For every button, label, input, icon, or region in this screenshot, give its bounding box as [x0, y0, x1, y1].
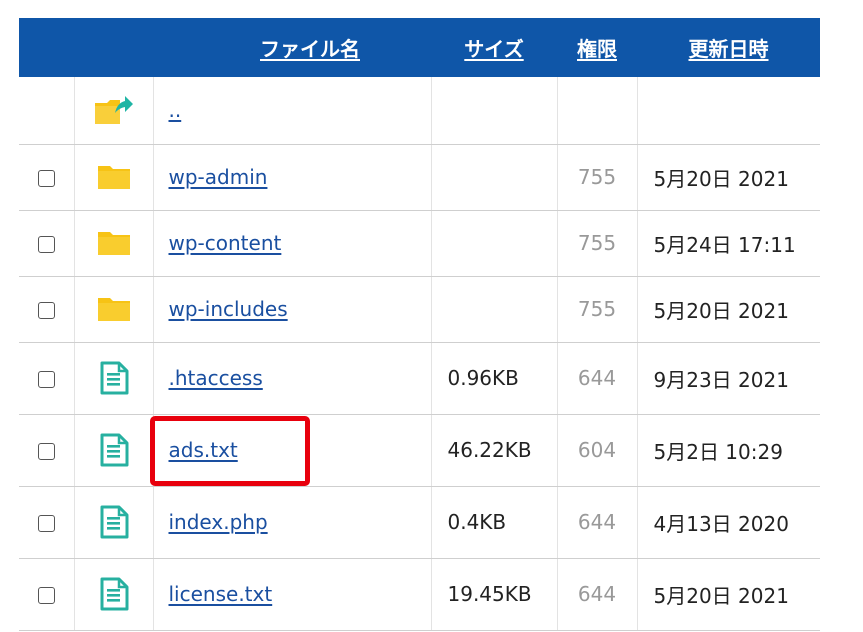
file-size: 46.22KB — [431, 414, 558, 487]
file-manager: ファイル名 サイズ 権限 更新日時 .. wp-admin 755 5月20日 … — [19, 18, 820, 631]
document-icon[interactable] — [75, 577, 153, 611]
table-row: ads.txt 46.22KB 604 5月2日 10:29 — [19, 414, 820, 487]
file-modified-date: 5月20日 2021 — [637, 276, 820, 343]
table-header: ファイル名 サイズ 権限 更新日時 — [19, 18, 820, 77]
sort-by-permission-link[interactable]: 権限 — [557, 18, 637, 77]
folder-icon[interactable] — [75, 162, 153, 192]
file-name-link[interactable]: .htaccess — [169, 366, 263, 390]
row-icon-cell — [74, 558, 154, 631]
file-permission[interactable]: 755 — [557, 276, 638, 343]
row-check-cell — [19, 144, 75, 211]
file-name-link[interactable]: wp-includes — [169, 297, 288, 321]
document-icon[interactable] — [75, 361, 153, 395]
file-permission[interactable]: 604 — [557, 414, 638, 487]
table-row: wp-includes 755 5月20日 2021 — [19, 276, 820, 343]
row-icon-cell — [74, 276, 154, 343]
table-row: .htaccess 0.96KB 644 9月23日 2021 — [19, 342, 820, 415]
file-table: ファイル名 サイズ 権限 更新日時 .. wp-admin 755 5月20日 … — [19, 18, 820, 631]
row-perm-cell — [557, 77, 638, 145]
row-name-cell: index.php — [153, 486, 432, 559]
table-row: index.php 0.4KB 644 4月13日 2020 — [19, 486, 820, 559]
file-size — [431, 210, 558, 277]
file-permission[interactable]: 644 — [557, 342, 638, 415]
parent-directory-row: .. — [19, 77, 820, 145]
folder-icon[interactable] — [75, 228, 153, 258]
file-modified-date: 5月24日 17:11 — [637, 210, 820, 277]
row-checkbox[interactable] — [37, 236, 55, 253]
row-name-cell: wp-content — [153, 210, 432, 277]
row-check-cell — [19, 558, 75, 631]
row-size-cell — [431, 77, 558, 145]
file-size: 0.4KB — [431, 486, 558, 559]
row-check-cell — [19, 210, 75, 277]
file-permission[interactable]: 755 — [557, 210, 638, 277]
file-permission[interactable]: 644 — [557, 558, 638, 631]
file-permission[interactable]: 755 — [557, 144, 638, 211]
row-check-cell — [19, 276, 75, 343]
row-name-cell: .htaccess — [153, 342, 432, 415]
row-check-cell — [19, 342, 75, 415]
row-checkbox[interactable] — [37, 371, 55, 388]
row-check-cell — [19, 77, 75, 145]
file-size: 19.45KB — [431, 558, 558, 631]
file-modified-date: 5月2日 10:29 — [637, 414, 820, 487]
file-size: 0.96KB — [431, 342, 558, 415]
folder-icon[interactable] — [75, 294, 153, 324]
folder-up-icon[interactable] — [75, 93, 153, 127]
header-icon — [74, 18, 153, 77]
file-modified-date: 9月23日 2021 — [637, 342, 820, 415]
document-icon[interactable] — [75, 433, 153, 467]
file-modified-date: 5月20日 2021 — [637, 558, 820, 631]
row-icon-cell — [74, 486, 154, 559]
sort-by-date-link[interactable]: 更新日時 — [637, 18, 820, 77]
row-name-cell: wp-admin — [153, 144, 432, 211]
sort-by-name-link[interactable]: ファイル名 — [153, 18, 431, 77]
row-checkbox[interactable] — [37, 302, 55, 319]
row-icon-cell — [74, 414, 154, 487]
file-name-link[interactable]: wp-admin — [169, 165, 268, 189]
file-modified-date: 5月20日 2021 — [637, 144, 820, 211]
file-permission[interactable]: 644 — [557, 486, 638, 559]
table-row: wp-content 755 5月24日 17:11 — [19, 210, 820, 277]
header-check — [19, 18, 74, 77]
file-size — [431, 276, 558, 343]
row-icon-cell — [74, 144, 154, 211]
row-name-cell: wp-includes — [153, 276, 432, 343]
row-name-cell: ads.txt — [153, 414, 432, 487]
file-name-link[interactable]: index.php — [169, 510, 268, 534]
sort-by-size-link[interactable]: サイズ — [431, 18, 557, 77]
row-icon-cell — [74, 342, 154, 415]
row-check-cell — [19, 486, 75, 559]
row-name-cell: .. — [153, 77, 432, 145]
table-row: wp-admin 755 5月20日 2021 — [19, 144, 820, 211]
row-name-cell: license.txt — [153, 558, 432, 631]
row-checkbox[interactable] — [37, 443, 55, 460]
row-checkbox[interactable] — [37, 170, 55, 187]
row-checkbox[interactable] — [37, 587, 55, 604]
file-size — [431, 144, 558, 211]
row-checkbox[interactable] — [37, 515, 55, 532]
row-date-cell — [637, 77, 820, 145]
row-icon-cell — [74, 77, 154, 145]
parent-directory-link[interactable]: .. — [169, 98, 182, 122]
row-check-cell — [19, 414, 75, 487]
row-icon-cell — [74, 210, 154, 277]
table-row: license.txt 19.45KB 644 5月20日 2021 — [19, 558, 820, 631]
file-modified-date: 4月13日 2020 — [637, 486, 820, 559]
document-icon[interactable] — [75, 505, 153, 539]
file-name-link[interactable]: ads.txt — [169, 438, 238, 462]
file-name-link[interactable]: wp-content — [169, 231, 282, 255]
file-name-link[interactable]: license.txt — [169, 582, 273, 606]
